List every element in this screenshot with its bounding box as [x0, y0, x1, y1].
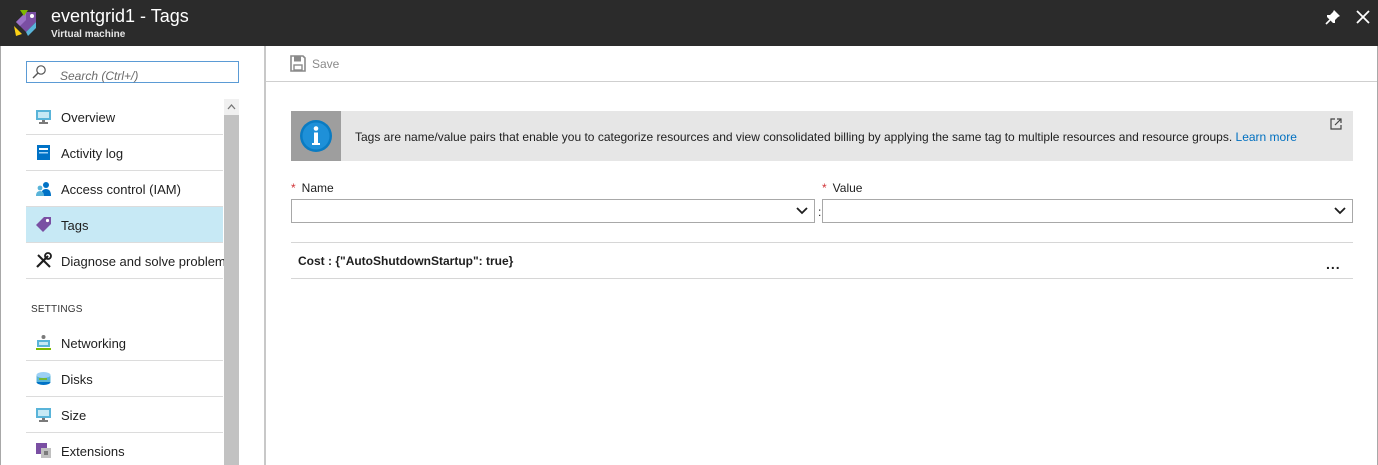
sidebar-item-label: Access control (IAM) [61, 182, 181, 197]
chevron-down-icon [796, 207, 808, 215]
name-value-separator: : [818, 205, 822, 219]
search-box[interactable] [26, 61, 239, 83]
vm-tag-logo-icon [14, 10, 36, 36]
tag-list-divider [291, 242, 1353, 243]
info-icon-box [291, 111, 341, 161]
sidebar-item-extensions[interactable]: Extensions [26, 433, 223, 465]
sidebar-item-label: Tags [61, 218, 89, 233]
required-marker: * [822, 181, 827, 195]
sidebar-item-label: Disks [61, 372, 93, 387]
command-bar: Save [266, 46, 1377, 82]
chevron-down-icon [1334, 207, 1346, 215]
activity-log-icon [37, 145, 50, 160]
sidebar-item-overview[interactable]: Overview [26, 99, 223, 135]
name-field-label: * Name [291, 181, 334, 195]
extensions-icon [36, 443, 51, 458]
search-input[interactable] [60, 69, 235, 83]
pin-icon[interactable] [1324, 8, 1342, 26]
title-bar: eventgrid1 - Tags Virtual machine [0, 0, 1378, 46]
disk-icon [36, 372, 51, 385]
network-icon [36, 335, 51, 350]
sidebar-item-activity-log[interactable]: Activity log [26, 135, 223, 171]
external-link-icon[interactable] [1329, 117, 1343, 131]
learn-more-link[interactable]: Learn more [1236, 130, 1297, 144]
sidebar-item-disks[interactable]: Disks [26, 361, 223, 397]
monitor-icon [36, 408, 51, 422]
sidebar-item-label: Activity log [61, 146, 124, 161]
search-icon [32, 65, 46, 79]
sidebar-item-access-control[interactable]: Access control (IAM) [26, 171, 223, 207]
page-title: eventgrid1 - Tags [51, 6, 189, 26]
sidebar-item-label: Extensions [61, 444, 125, 459]
tag-row: Cost : {"AutoShutdownStartup": true} [298, 254, 514, 268]
tag-icon [36, 217, 51, 232]
sidebar-item-tags[interactable]: Tags [26, 207, 223, 243]
info-banner: Tags are name/value pairs that enable yo… [291, 111, 1353, 161]
save-label: Save [312, 57, 340, 71]
sidebar-item-label: Overview [61, 110, 116, 125]
sidebar-scrollbar[interactable] [224, 99, 239, 465]
close-icon[interactable] [1354, 8, 1372, 26]
tag-list-divider [291, 278, 1353, 279]
info-text: Tags are name/value pairs that enable yo… [355, 130, 1233, 144]
sidebar-item-size[interactable]: Size [26, 397, 223, 433]
value-label-text: Value [832, 181, 863, 195]
tools-icon [36, 252, 52, 268]
people-icon [36, 182, 51, 196]
info-icon [300, 120, 332, 152]
save-icon [290, 55, 306, 72]
sidebar-item-label: Size [61, 408, 87, 423]
sidebar-item-diagnose[interactable]: Diagnose and solve problems [26, 243, 232, 279]
scrollbar-thumb[interactable] [224, 115, 239, 465]
value-field-label: * Value [822, 181, 862, 195]
more-options-button[interactable]: ... [1326, 256, 1341, 272]
sidebar-item-label: Networking [61, 336, 127, 351]
scroll-up-icon[interactable] [227, 103, 236, 110]
name-dropdown[interactable] [291, 199, 815, 223]
monitor-icon [36, 110, 51, 124]
sidebar-divider[interactable] [264, 46, 266, 465]
sidebar-item-label: Diagnose and solve problems [61, 254, 233, 269]
value-dropdown[interactable] [822, 199, 1353, 223]
required-marker: * [291, 181, 296, 195]
name-label-text: Name [301, 181, 334, 195]
sidebar-item-networking[interactable]: Networking [26, 325, 223, 361]
page-subtitle: Virtual machine [51, 29, 126, 40]
info-message: Tags are name/value pairs that enable yo… [355, 130, 1297, 144]
section-header-settings: SETTINGS [31, 304, 83, 315]
